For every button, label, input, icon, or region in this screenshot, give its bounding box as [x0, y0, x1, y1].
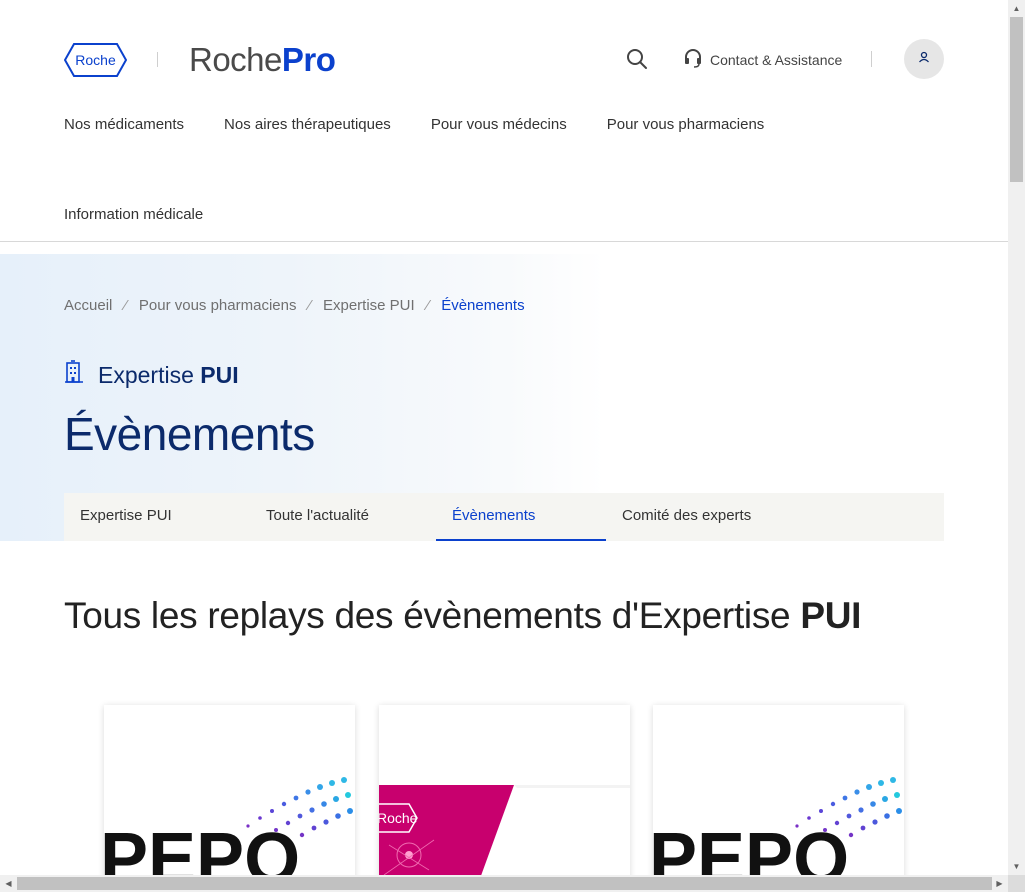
- roche-logo[interactable]: Roche: [63, 43, 128, 77]
- brand-name[interactable]: RochePro: [189, 40, 336, 80]
- page-viewport: Roche RochePro Contact & Assistance Nos …: [0, 0, 1008, 875]
- vertical-scroll-thumb[interactable]: [1010, 17, 1023, 182]
- card-art-text: Roche: [379, 810, 418, 826]
- tab-evenements[interactable]: Évènements: [436, 493, 606, 541]
- tab-toute-actualite[interactable]: Toute l'actualité: [250, 493, 436, 541]
- tab-comite-experts[interactable]: Comité des experts: [606, 493, 806, 541]
- contact-assistance-link[interactable]: Contact & Assistance: [684, 48, 842, 71]
- breadcrumb-separator: ⁄: [124, 297, 127, 314]
- logo-divider: [157, 52, 158, 67]
- user-icon: [918, 50, 930, 68]
- card-art-text: PEPO: [653, 819, 849, 875]
- breadcrumb-pharmaciens[interactable]: Pour vous pharmaciens: [139, 297, 297, 314]
- event-card-image: PEPO: [653, 777, 902, 875]
- scroll-down-arrow-icon[interactable]: ▼: [1008, 858, 1025, 875]
- event-card-1[interactable]: PEPO: [104, 705, 355, 875]
- headset-icon: [684, 48, 702, 71]
- breadcrumb-separator: ⁄: [426, 297, 430, 314]
- nav-item-medecins[interactable]: Pour vous médecins: [431, 116, 567, 133]
- breadcrumb-current: Évènements: [441, 297, 525, 314]
- breadcrumb: Accueil ⁄ Pour vous pharmaciens ⁄ Expert…: [64, 297, 525, 314]
- scrollbar-corner: [1008, 875, 1025, 892]
- brand-right: Pro: [281, 41, 336, 78]
- contact-divider: [871, 51, 872, 67]
- horizontal-scrollbar[interactable]: ◀ ▶: [0, 875, 1008, 892]
- nav-item-aires-therapeutiques[interactable]: Nos aires thérapeutiques: [224, 116, 391, 133]
- breadcrumb-separator: ⁄: [308, 297, 311, 314]
- tab-expertise-pui[interactable]: Expertise PUI: [64, 493, 250, 541]
- nav-item-medicaments[interactable]: Nos médicaments: [64, 116, 184, 133]
- nav-item-information-medicale[interactable]: Information médicale: [64, 206, 203, 223]
- header-divider: [0, 241, 1008, 242]
- hospital-building-icon: [64, 360, 84, 390]
- scroll-left-arrow-icon[interactable]: ◀: [0, 875, 17, 892]
- search-icon[interactable]: [624, 46, 650, 72]
- contact-label: Contact & Assistance: [710, 51, 843, 68]
- section-tabs: Expertise PUI Toute l'actualité Évènemen…: [64, 493, 944, 541]
- brand-left: Roche: [189, 41, 282, 78]
- heading-regular: Tous les replays des évènements d'Expert…: [64, 595, 791, 636]
- section-label-bold: PUI: [200, 361, 239, 388]
- section-label-regular: Expertise: [98, 361, 194, 388]
- vertical-scrollbar[interactable]: ▲ ▼: [1008, 0, 1025, 875]
- account-button[interactable]: [904, 39, 944, 79]
- card-art-text: PEPO: [104, 819, 300, 875]
- horizontal-scroll-thumb[interactable]: [17, 877, 992, 890]
- main-navigation: Nos médicaments Nos aires thérapeutiques…: [64, 116, 764, 133]
- breadcrumb-expertise-pui[interactable]: Expertise PUI: [323, 297, 415, 314]
- event-card-3[interactable]: PEPO: [653, 705, 904, 875]
- page-title: Évènements: [64, 408, 315, 460]
- logo-text: Roche: [75, 52, 116, 68]
- breadcrumb-accueil[interactable]: Accueil: [64, 297, 112, 314]
- event-card-image: PEPO: [104, 777, 353, 875]
- scroll-up-arrow-icon[interactable]: ▲: [1008, 0, 1025, 17]
- heading-bold: PUI: [800, 595, 862, 636]
- event-card-2[interactable]: Roche: [379, 705, 630, 875]
- event-card-image: Roche: [379, 785, 630, 875]
- scroll-right-arrow-icon[interactable]: ▶: [991, 875, 1008, 892]
- events-heading: Tous les replays des évènements d'Expert…: [64, 592, 861, 640]
- nav-item-pharmaciens[interactable]: Pour vous pharmaciens: [607, 116, 765, 133]
- section-label: Expertise PUI: [64, 360, 239, 390]
